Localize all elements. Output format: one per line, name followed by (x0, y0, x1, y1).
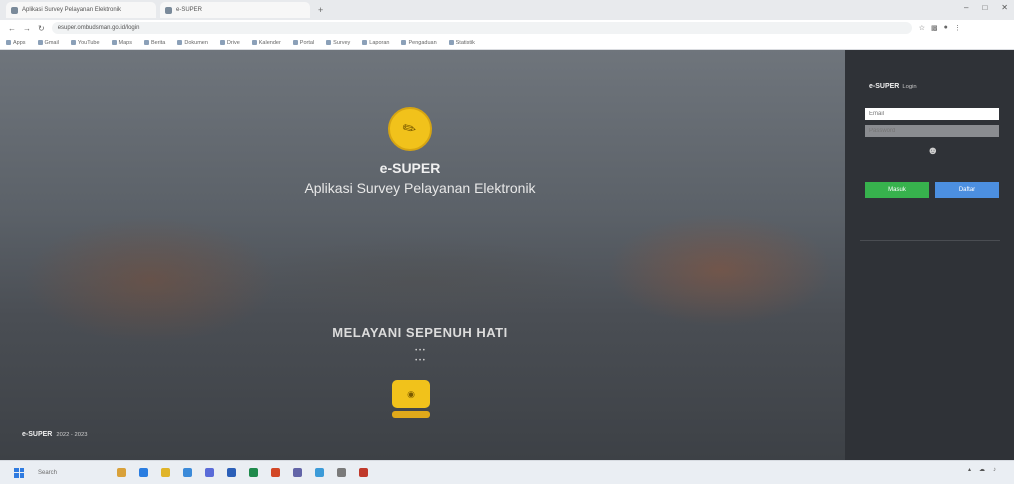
close-button[interactable]: ✕ (1001, 3, 1008, 12)
browser-tab-bar: Aplikasi Survey Pelayanan Elektronik e-S… (0, 0, 1014, 20)
slogan-text: MELAYANI SEPENUH HATI (332, 325, 508, 340)
tab-label: e-SUPER (176, 7, 203, 13)
bookmark-item[interactable]: YouTube (70, 40, 100, 46)
panel-divider (860, 240, 1000, 241)
tab-label: Aplikasi Survey Pelayanan Elektronik (22, 7, 122, 13)
os-taskbar: Search ▴ ☁ ♪ (0, 460, 1014, 484)
settings-icon[interactable] (337, 468, 347, 477)
bookmark-icon (37, 40, 43, 45)
favicon-icon (11, 6, 18, 14)
partner-logo: ◉ (392, 380, 430, 408)
page-content: ✎ e-SUPER Aplikasi Survey Pelayanan Elek… (0, 50, 1014, 460)
excel-icon[interactable] (249, 468, 259, 477)
bookmark-icon (251, 40, 257, 45)
tray-chevron-icon[interactable]: ▴ (968, 466, 971, 473)
taskbar-apps (117, 468, 369, 477)
bookmark-item[interactable]: Berita (144, 40, 165, 46)
powerpoint-icon[interactable] (271, 468, 281, 477)
badge-icon: ◉ (407, 388, 415, 399)
edge-icon[interactable] (139, 468, 149, 477)
bookmark-item[interactable]: Drive (219, 40, 240, 46)
bookmark-star-icon[interactable]: ☆ (919, 24, 925, 32)
register-button[interactable]: Daftar (935, 182, 999, 198)
word-icon[interactable] (227, 468, 237, 477)
taskbar-search[interactable]: Search (38, 470, 57, 476)
footer-brand: e-SUPER 2022 - 2023 (22, 431, 88, 438)
bookmark-icon (111, 40, 117, 45)
url-text: esuper.ombudsman.go.id/login (57, 25, 140, 31)
compass-icon: ✎ (400, 118, 421, 141)
password-field[interactable] (865, 125, 999, 137)
partner-logo-ribbon (392, 411, 430, 418)
window-controls: – □ ✕ (964, 3, 1008, 12)
bookmark-item[interactable]: Maps (111, 40, 132, 46)
bookmarks-bar: Apps Gmail YouTube Maps Berita Dokumen D… (0, 36, 1014, 50)
calendar-icon[interactable] (359, 468, 369, 477)
hero-section: ✎ e-SUPER Aplikasi Survey Pelayanan Elek… (0, 50, 845, 460)
browser-toolbar: ← → ↻ esuper.ombudsman.go.id/login ☆ ▩ ●… (0, 20, 1014, 36)
file-explorer-icon[interactable] (117, 468, 127, 477)
user-icon[interactable]: ☻ (927, 145, 941, 159)
store-icon[interactable] (205, 468, 215, 477)
bookmark-icon (70, 40, 76, 45)
teams-icon[interactable] (293, 468, 303, 477)
volume-icon[interactable]: ♪ (993, 467, 996, 473)
reload-icon[interactable]: ↻ (38, 24, 45, 33)
browser-tab[interactable]: e-SUPER (160, 2, 310, 18)
bookmark-item[interactable]: Apps (6, 40, 26, 46)
back-arrow-icon[interactable]: ← (8, 24, 16, 33)
bookmark-item[interactable]: Dokumen (177, 40, 208, 46)
bookmark-item[interactable]: Pengaduan (401, 40, 437, 46)
browser-tab-active[interactable]: Aplikasi Survey Pelayanan Elektronik (6, 2, 156, 18)
slogan-subline: • • • (415, 358, 425, 364)
bookmark-item[interactable]: Survey (326, 40, 350, 46)
login-title: e-SUPER Login (869, 83, 917, 90)
bookmark-icon (448, 40, 454, 45)
favicon-icon (165, 6, 172, 14)
extensions-icon[interactable]: ▩ (931, 24, 938, 32)
app-tagline: Aplikasi Survey Pelayanan Elektronik (304, 180, 536, 196)
login-panel: e-SUPERLogin ☻ Masuk Daftar (845, 50, 1014, 460)
new-tab-button[interactable]: + (318, 5, 323, 15)
chrome-icon[interactable] (161, 468, 171, 477)
bookmark-icon (177, 40, 183, 45)
photos-icon[interactable] (315, 468, 325, 477)
bookmark-item[interactable]: Laporan (362, 40, 389, 46)
bookmark-icon (362, 40, 368, 45)
bookmark-icon (6, 40, 11, 45)
forward-arrow-icon[interactable]: → (23, 24, 31, 33)
bookmark-icon (326, 40, 332, 45)
profile-icon[interactable]: ● (944, 24, 948, 32)
bookmark-item[interactable]: Statistik (448, 40, 475, 46)
mail-icon[interactable] (183, 468, 193, 477)
system-tray: ▴ ☁ ♪ (968, 466, 1004, 474)
bookmark-item[interactable]: Portal (292, 40, 314, 46)
app-logo: ✎ (388, 107, 432, 151)
brand-name: e-SUPER (379, 160, 441, 176)
windows-start-icon[interactable] (14, 467, 24, 478)
bookmark-item[interactable]: Gmail (37, 40, 59, 46)
bookmark-icon (219, 40, 225, 45)
bookmark-icon (144, 40, 149, 45)
login-button[interactable]: Masuk (865, 182, 929, 198)
menu-dots-icon[interactable]: ⋮ (954, 24, 961, 32)
maximize-button[interactable]: □ (982, 3, 987, 12)
address-bar[interactable]: esuper.ombudsman.go.id/login (51, 22, 912, 34)
bookmark-item[interactable]: Kalender (251, 40, 281, 46)
bookmark-icon (292, 40, 298, 45)
bookmark-icon (401, 40, 407, 45)
slogan-subline: • • • (415, 348, 425, 354)
cloud-icon[interactable]: ☁ (979, 466, 985, 473)
username-field[interactable] (865, 108, 999, 120)
minimize-button[interactable]: – (964, 3, 968, 12)
